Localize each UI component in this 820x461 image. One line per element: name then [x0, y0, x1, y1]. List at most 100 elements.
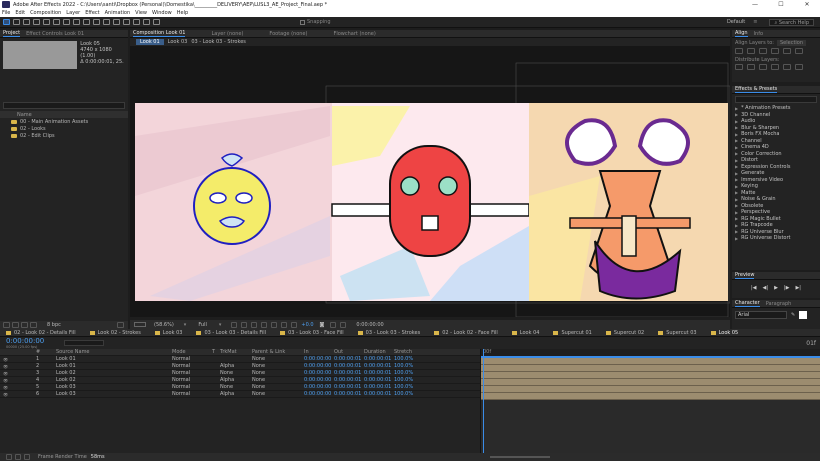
layer-stretch[interactable]: 100.0%	[394, 370, 424, 376]
expand-icon[interactable]: ▶	[735, 158, 738, 163]
project-item[interactable]: 02 - Looks	[0, 125, 128, 132]
workspace-default[interactable]: Default	[727, 19, 745, 25]
timeline-tab[interactable]: Supercut 03	[658, 330, 697, 336]
av-switches[interactable]: 👁	[0, 378, 36, 383]
tab-preview[interactable]: Preview	[735, 272, 755, 279]
workspace-menu-icon[interactable]: ≡	[753, 19, 757, 25]
font-family-dropdown[interactable]: Arial	[735, 311, 787, 319]
clone-tool-icon[interactable]	[123, 19, 130, 25]
layer-out-time[interactable]: 0:00:00:01	[334, 363, 364, 369]
search-help-field[interactable]: ⌕ Search Help	[769, 18, 814, 26]
exposure-reset-icon[interactable]	[291, 321, 298, 328]
align-left-icon[interactable]	[735, 48, 743, 54]
timeline-search-input[interactable]	[64, 340, 105, 346]
time-ruler[interactable]: 00f	[481, 349, 820, 356]
timeline-current-time[interactable]: 0:00:00:00	[6, 337, 44, 345]
tab-footage[interactable]: Footage (none)	[269, 31, 307, 37]
distribute-top-icon[interactable]	[735, 64, 743, 70]
anchor-tool-icon[interactable]	[73, 19, 80, 25]
breadcrumb-strokes[interactable]: 03 - Look 03 - Strokes	[191, 39, 246, 45]
timeline-tab[interactable]: 02 - Look 02 - Details Fill	[6, 330, 76, 336]
tab-project[interactable]: Project	[3, 30, 21, 37]
first-frame-icon[interactable]: |◀	[751, 285, 757, 291]
toggle-render-time-icon[interactable]	[24, 454, 30, 460]
expand-icon[interactable]: ▶	[735, 229, 738, 234]
layer-mode-dropdown[interactable]: Normal	[172, 370, 212, 376]
layer-mode-dropdown[interactable]: Normal	[172, 356, 212, 362]
expand-icon[interactable]: ▶	[735, 171, 738, 176]
dolly-tool-icon[interactable]	[53, 19, 60, 25]
rotate-tool-icon[interactable]	[63, 19, 70, 25]
av-switches[interactable]: 👁	[0, 364, 36, 369]
expand-icon[interactable]: ▶	[735, 236, 738, 241]
expand-icon[interactable]: ▶	[735, 151, 738, 156]
breadcrumb-look03[interactable]: Look 03	[168, 39, 188, 45]
layer-duration[interactable]: 0:00:00:01	[364, 384, 394, 390]
trkmat-dropdown[interactable]: Alpha	[220, 377, 252, 383]
layer-out-time[interactable]: 0:00:00:01	[334, 356, 364, 362]
parent-dropdown[interactable]: None	[252, 377, 304, 383]
project-item[interactable]: 00 - Main Animation Assets	[0, 118, 128, 125]
layer-mode-dropdown[interactable]: Normal	[172, 377, 212, 383]
snapping-checkbox[interactable]	[300, 19, 305, 25]
fast-preview-icon[interactable]	[340, 321, 347, 328]
timeline-tab[interactable]: Look 05	[710, 330, 738, 336]
settings-icon[interactable]	[30, 322, 37, 328]
play-icon[interactable]: ▶	[774, 285, 778, 291]
parent-dropdown[interactable]: None	[252, 356, 304, 362]
pen-tool-icon[interactable]	[93, 19, 100, 25]
show-snapshot-icon[interactable]	[330, 321, 337, 328]
color-management-icon[interactable]	[281, 321, 288, 328]
next-frame-icon[interactable]: |▶	[784, 285, 790, 291]
expand-icon[interactable]: ▶	[735, 132, 738, 137]
timeline-tab[interactable]: 02 - Look 02 - Face Fill	[434, 330, 498, 336]
align-target-dropdown[interactable]: Selection	[776, 40, 807, 46]
av-switches[interactable]: 👁	[0, 357, 36, 362]
bpc-label[interactable]: 8 bpc	[47, 322, 61, 328]
last-frame-icon[interactable]: ▶|	[795, 285, 801, 291]
tab-flowchart[interactable]: Flowchart (none)	[333, 31, 375, 37]
timeline-tab[interactable]: Supercut 01	[553, 330, 592, 336]
prev-frame-icon[interactable]: ◀|	[763, 285, 769, 291]
align-center-v-icon[interactable]	[783, 48, 791, 54]
av-switches[interactable]: 👁	[0, 385, 36, 390]
preview-toggle-icon[interactable]	[134, 322, 146, 327]
layer-stretch[interactable]: 100.0%	[394, 384, 424, 390]
tab-layer[interactable]: Layer (none)	[211, 31, 243, 37]
expand-icon[interactable]: ▶	[735, 203, 738, 208]
comp-current-time[interactable]: 0:00:00:00	[356, 322, 383, 328]
new-folder-icon[interactable]	[12, 322, 19, 328]
distribute-h-icon[interactable]	[783, 64, 791, 70]
layer-out-time[interactable]: 0:00:00:01	[334, 377, 364, 383]
effects-search-input[interactable]	[735, 96, 817, 103]
timeline-tab[interactable]: Look 03	[154, 330, 182, 336]
layer-duration[interactable]: 0:00:00:01	[364, 377, 394, 383]
interpret-footage-icon[interactable]	[3, 322, 10, 328]
resolution-arrow-icon[interactable]: ▾	[219, 322, 222, 328]
orbit-tool-icon[interactable]	[33, 19, 40, 25]
align-top-icon[interactable]	[771, 48, 779, 54]
distribute-bottom-icon[interactable]	[759, 64, 767, 70]
menu-layer[interactable]: Layer	[66, 10, 80, 16]
expand-icon[interactable]: ▶	[735, 119, 738, 124]
parent-dropdown[interactable]: None	[252, 363, 304, 369]
hand-tool-icon[interactable]	[13, 19, 20, 25]
layer-stretch[interactable]: 100.0%	[394, 377, 424, 383]
layer-in-time[interactable]: 0:00:00:00	[304, 356, 334, 362]
project-search[interactable]	[3, 102, 125, 109]
trkmat-dropdown[interactable]: Alpha	[220, 363, 252, 369]
layer-track-bar[interactable]	[481, 358, 820, 365]
align-center-h-icon[interactable]	[747, 48, 755, 54]
layer-out-time[interactable]: 0:00:00:01	[334, 370, 364, 376]
layer-track-bar[interactable]	[481, 393, 820, 400]
zoom-arrow-icon[interactable]: ▾	[184, 322, 187, 328]
tab-paragraph[interactable]: Paragraph	[766, 301, 792, 307]
menu-view[interactable]: View	[135, 10, 147, 16]
zoom-dropdown[interactable]: (58.6%)	[154, 322, 174, 328]
type-tool-icon[interactable]	[103, 19, 110, 25]
distribute-left-icon[interactable]	[771, 64, 779, 70]
layer-in-time[interactable]: 0:00:00:00	[304, 363, 334, 369]
layer-stretch[interactable]: 100.0%	[394, 391, 424, 397]
layer-out-time[interactable]: 0:00:00:01	[334, 384, 364, 390]
timeline-tab[interactable]: 03 - Look 03 - Strokes	[357, 330, 420, 336]
